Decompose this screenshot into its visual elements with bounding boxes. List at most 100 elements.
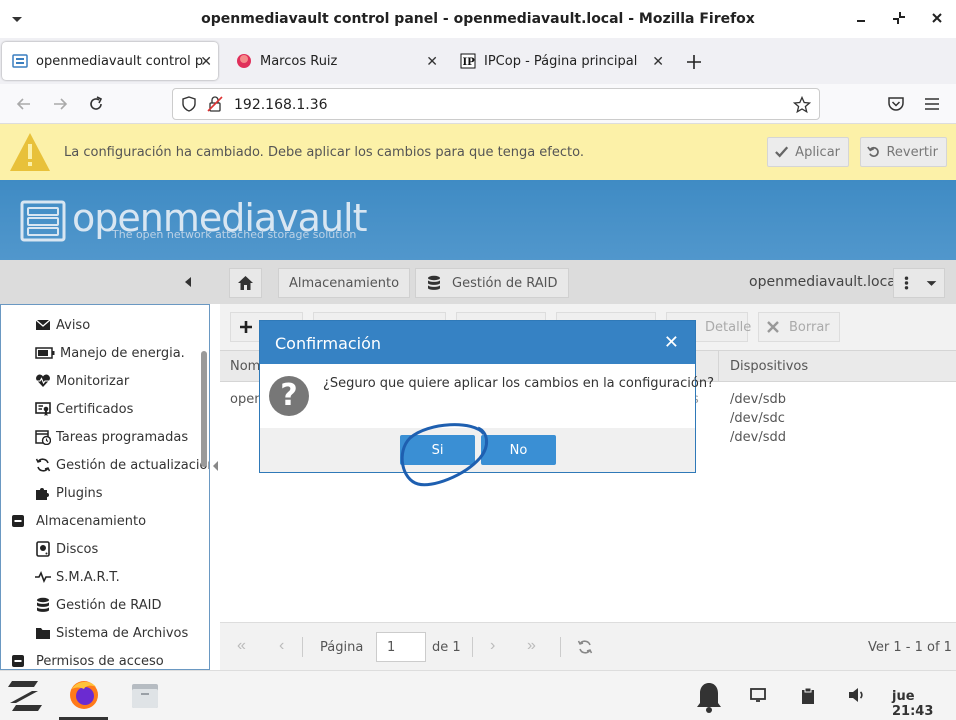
revert-button[interactable]: Revertir [860,137,947,167]
ipcop-icon: IP [460,53,476,69]
breadcrumb-almacenamiento[interactable]: Almacenamiento [278,268,411,298]
sidebar-item-label: Almacenamiento [36,513,147,529]
svg-text:IP: IP [463,57,476,68]
sidebar-item-certificados[interactable]: Certificados [35,395,133,423]
new-tab-icon[interactable] [686,54,702,70]
firefox-icon [70,681,98,709]
next-page-icon[interactable]: › [490,637,495,655]
sidebar-item-label: Manejo de energia. [60,345,185,361]
apply-button[interactable]: Aplicar [767,137,849,167]
back-icon[interactable] [14,94,34,114]
dialog-message: ¿Seguro que quiere aplicar los cambios e… [323,376,714,391]
window-menu-icon[interactable] [10,12,24,26]
pulse-icon [35,569,51,585]
forward-icon[interactable] [50,94,70,114]
sidebar-section-permisos[interactable]: Permisos de acceso [10,647,164,669]
sidebar-item-tareas[interactable]: Tareas programadas [35,423,188,451]
folder-icon [35,625,51,641]
volume-icon[interactable] [848,687,866,703]
restore-icon[interactable] [891,10,907,26]
heartbeat-icon [35,373,51,389]
sidebar-splitter-icon[interactable] [211,460,219,472]
sidebar-item-discos[interactable]: Discos [35,535,98,563]
column-divider [718,351,719,381]
sidebar-item-sistema-archivos[interactable]: Sistema de Archivos [35,619,188,647]
chevron-down-icon [926,281,937,286]
notification-bell-icon[interactable] [695,681,723,713]
sidebar-item-label: Gestión de actualizaciones [56,457,209,473]
omv-icon [12,54,28,68]
tab-openmediavault[interactable]: openmediavault control pa ✕ [2,42,218,80]
taskbar: jue 21:43 [0,670,956,720]
plus-icon [240,321,252,333]
delete-label: Borrar [789,319,830,335]
actions-menu-button[interactable] [893,268,945,298]
refresh-icon[interactable] [577,639,593,655]
sidebar-item-energia[interactable]: Manejo de energia. [35,339,185,367]
dialog-header: Confirmación ✕ [260,321,695,364]
minimize-icon[interactable] [853,10,869,26]
sidebar-item-aviso[interactable]: Aviso [35,311,90,339]
detail-label: Detalle [705,319,752,335]
annotation-circle [400,423,488,487]
hamburger-menu-icon[interactable] [922,94,942,114]
shield-icon[interactable] [181,96,197,112]
bookmark-star-icon[interactable] [793,96,811,114]
insecure-lock-icon[interactable] [207,96,223,112]
column-header-devices[interactable]: Dispositivos [730,359,808,374]
display-icon[interactable] [750,687,766,703]
sidebar-scrollbar[interactable] [201,351,207,467]
no-label: No [509,442,528,458]
firefox-taskbar-button[interactable] [59,671,108,720]
tab-ipcop[interactable]: IP IPCop - Página principal ✕ [450,42,670,80]
separator [560,637,561,657]
tab-close-icon[interactable]: ✕ [426,54,438,70]
previous-page-icon[interactable]: ‹ [279,637,284,655]
files-icon[interactable] [131,683,159,709]
sidebar-item-monitorizar[interactable]: Monitorizar [35,367,129,395]
warning-message: La configuración ha cambiado. Debe aplic… [64,145,584,160]
config-changed-warning: La configuración ha cambiado. Debe aplic… [0,124,956,180]
delete-button[interactable]: Borrar [758,312,840,342]
tab-close-icon[interactable]: ✕ [200,54,212,70]
breadcrumb-gestion-raid[interactable]: Gestión de RAID [415,268,569,298]
breadcrumb: Almacenamiento Gestión de RAID openmedia… [0,260,956,304]
tab-close-icon[interactable]: ✕ [652,54,664,70]
pocket-icon[interactable] [886,94,906,114]
tab-marcos-ruiz[interactable]: Marcos Ruiz ✕ [226,42,444,80]
sidebar: Aviso Manejo de energia. Monitorizar Cer… [0,304,210,670]
separator [472,637,473,657]
clock[interactable]: jue 21:43 [892,689,956,719]
collapse-sidebar-icon[interactable] [182,276,194,288]
database-icon [35,597,51,613]
column-header-name[interactable]: Nom [230,359,260,374]
home-icon [238,276,253,290]
close-window-icon[interactable] [929,10,945,26]
sidebar-item-label: Tareas programadas [56,429,189,445]
sidebar-item-raid[interactable]: Gestión de RAID [35,591,162,619]
breadcrumb-label: Almacenamiento [289,275,400,291]
home-button[interactable] [229,268,262,298]
last-page-icon[interactable]: » [527,637,536,655]
zorin-menu-icon[interactable] [6,679,44,713]
sidebar-item-label: Gestión de RAID [56,597,162,613]
mail-icon [35,317,51,333]
warning-icon [10,133,50,171]
page-number-input[interactable] [376,632,426,662]
collapse-icon [10,653,26,669]
undo-icon [867,146,879,157]
close-icon[interactable]: ✕ [664,332,679,353]
sidebar-item-smart[interactable]: S.M.A.R.T. [35,563,120,591]
clipboard-icon[interactable] [801,687,815,705]
sidebar-item-actualizaciones[interactable]: Gestión de actualizaciones [35,451,209,479]
reload-icon[interactable] [86,94,106,114]
database-icon [428,275,440,290]
sidebar-item-label: Certificados [56,401,134,417]
address-bar[interactable]: 192.168.1.36 [172,88,820,120]
page-label: Página [320,640,364,655]
first-page-icon[interactable]: « [237,637,246,655]
sidebar-section-almacenamiento[interactable]: Almacenamiento [10,507,146,535]
tab-label: IPCop - Página principal [484,53,638,69]
pagination-toolbar: « ‹ Página de 1 › » Ver 1 - 1 of 1 [220,622,956,670]
sidebar-item-plugins[interactable]: Plugins [35,479,103,507]
